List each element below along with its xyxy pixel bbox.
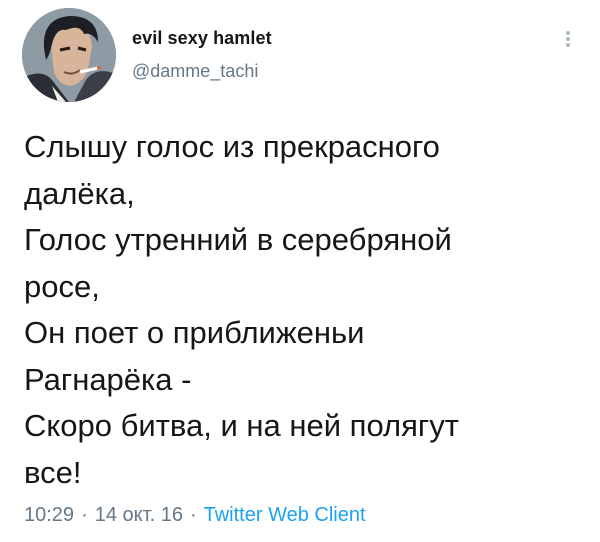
timestamp-date[interactable]: 14 окт. 16 xyxy=(95,504,183,526)
more-vertical-icon[interactable] xyxy=(558,24,578,54)
timestamp-time[interactable]: 10:29 xyxy=(24,504,74,526)
tweet-line: Он поет о приближеньи xyxy=(24,315,365,350)
tweet-line: все! xyxy=(24,454,82,490)
display-name[interactable]: evil sexy hamlet xyxy=(132,27,272,49)
tweet-meta: 10:29 · 14 окт. 16 · Twitter Web Client xyxy=(24,503,366,527)
separator: · xyxy=(81,504,88,526)
tweet-card: evil sexy hamlet @damme_tachi Слышу голо… xyxy=(0,0,600,542)
separator: · xyxy=(189,504,197,526)
avatar-illustration xyxy=(22,8,116,102)
tweet-line: Рагнарёка - xyxy=(24,361,192,397)
tweet-text: Слышу голос из прекрасного далёка, Голос… xyxy=(24,124,584,496)
tweet-line: Скоро битва, и на ней полягут xyxy=(24,408,459,443)
source-link[interactable]: Twitter Web Client xyxy=(204,504,366,526)
handle[interactable]: @damme_tachi xyxy=(132,60,272,82)
tweet-line: Голос утренний в серебряной xyxy=(24,222,452,257)
author-info: evil sexy hamlet @damme_tachi xyxy=(132,27,272,82)
tweet-line: Слышу голос из прекрасного xyxy=(24,129,440,164)
tweet-line: росе, xyxy=(24,268,100,304)
tweet-line: далёка, xyxy=(24,175,135,211)
avatar[interactable] xyxy=(22,8,116,102)
